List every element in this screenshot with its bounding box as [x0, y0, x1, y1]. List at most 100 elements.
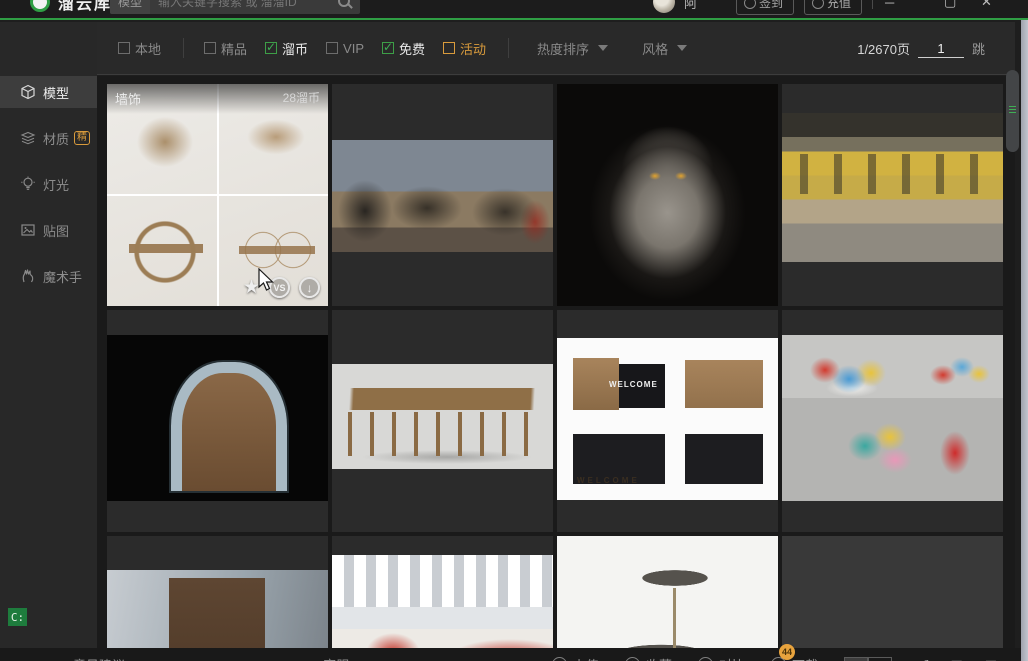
welcome-sign-text: WELCOME — [577, 476, 640, 485]
page-info: 1/2670页 — [857, 39, 910, 58]
sidebar-item-1[interactable]: 模型 — [0, 76, 97, 108]
filter-label: 本地 — [135, 39, 161, 58]
filter-checkbox-1[interactable]: 本地 — [118, 39, 161, 58]
sidebar-item-label: 材质 — [43, 129, 69, 148]
scrollbar-thumb[interactable] — [1006, 70, 1019, 152]
sort-dropdown[interactable]: 热度排序 — [537, 39, 608, 58]
favorite-star-icon[interactable]: ★ — [243, 278, 260, 297]
page-jump-input[interactable] — [918, 40, 964, 58]
checkbox-icon[interactable] — [326, 42, 338, 54]
filter-divider — [508, 38, 509, 58]
gray-cat-thumbnail — [557, 84, 778, 306]
checkbox-checked-icon[interactable] — [265, 42, 277, 54]
username[interactable]: 阿 — [684, 0, 697, 20]
model-tile-5[interactable] — [107, 310, 328, 532]
yellow-office-interior-thumbnail — [782, 84, 1003, 306]
checkbox-checked-icon[interactable] — [382, 42, 394, 54]
red-culture-wall-thumbnail — [332, 536, 553, 648]
bottombar-link-2[interactable]: QQ客服 — [303, 655, 349, 661]
model-tile-11[interactable] — [557, 536, 778, 648]
model-tile-1[interactable]: 墙饰28溜币 ★ VS ↓ — [107, 84, 328, 306]
chevron-down-icon — [598, 45, 608, 51]
bottom-bar: 意见建议 QQ客服 ↑上传 ★收藏 ◐ 对比 ↓44下载 ▪▪ ⤢ ▦ ▣ — [0, 648, 1028, 661]
model-tile-7[interactable]: WELCOME WELCOME — [557, 310, 778, 532]
sidebar-item-label: 灯光 — [43, 175, 69, 194]
model-grid-area: 墙饰28溜币 ★ VS ↓ WELCOME WELCOME — [97, 76, 1015, 648]
sidebar-item-5[interactable]: 魔术手 — [0, 260, 97, 292]
model-tile-9[interactable] — [107, 536, 328, 648]
sidebar-item-3[interactable]: 灯光 — [0, 168, 97, 200]
maximize-button[interactable]: ▢ — [944, 0, 956, 10]
bottombar-item-label: 上传 — [573, 655, 599, 661]
bottombar-item-label: 对比 — [719, 655, 745, 661]
wooden-pergola-thumbnail — [332, 310, 553, 532]
thumbnail-size-toggle[interactable]: ▪▪ — [844, 657, 892, 661]
favorite-icon: ★ — [625, 657, 640, 661]
tile-hover-overlay: 墙饰28溜币 — [107, 84, 328, 114]
checkbox-icon[interactable] — [204, 42, 216, 54]
size-segment-1[interactable]: ▪ — [844, 657, 868, 661]
title-bar: 溜云库 模型 输入关键字搜索 或 溜溜ID 阿 签到 充值 ─ ▢ ✕ — [0, 0, 1028, 20]
model-tile-6[interactable] — [332, 310, 553, 532]
welcome-sign-text: WELCOME — [609, 380, 658, 389]
drive-c-badge[interactable]: C: — [8, 608, 27, 626]
single-view-icon[interactable]: ▣ — [985, 657, 997, 661]
filter-checkbox-2[interactable]: 精品 — [204, 39, 247, 58]
model-tile-10[interactable] — [332, 536, 553, 648]
download-button[interactable]: ↓44下载 — [771, 655, 818, 661]
signin-button[interactable]: 签到 — [736, 0, 794, 15]
user-avatar[interactable] — [653, 0, 675, 20]
compare-button[interactable]: ◐ 对比 — [698, 655, 745, 661]
minimize-button[interactable]: ─ — [885, 0, 894, 10]
checkbox-icon[interactable] — [443, 42, 455, 54]
filter-bar: 本地 精品 溜币 VIP 免费活动 热度排序 风格 1/2670页 跳 — [97, 22, 1015, 75]
sidebar-item-2[interactable]: 材质精 — [0, 122, 97, 154]
search-input[interactable]: 输入关键字搜索 或 溜溜ID — [150, 0, 338, 10]
pagination: 1/2670页 跳 — [857, 22, 985, 75]
model-tile-4[interactable] — [782, 84, 1003, 306]
grid-view-icon[interactable]: ▦ — [950, 657, 962, 661]
avatar[interactable] — [653, 0, 675, 13]
kids-toy-props-thumbnail — [782, 310, 1003, 532]
tile-price: 28溜币 — [283, 89, 320, 114]
filter-label: 免费 — [399, 39, 425, 58]
reception-desks-thumbnail: WELCOME WELCOME — [557, 310, 778, 532]
favorite-button[interactable]: ★收藏 — [625, 655, 672, 661]
checkbox-icon[interactable] — [118, 42, 130, 54]
sidebar-item-4[interactable]: 贴图 — [0, 214, 97, 246]
recharge-button[interactable]: 充值 — [804, 0, 862, 15]
magic-hand-icon — [20, 268, 36, 284]
compare-icon: ◐ — [698, 657, 713, 661]
filter-checkbox-4[interactable]: VIP — [326, 41, 364, 56]
model-tile-3[interactable] — [557, 84, 778, 306]
size-segment-2[interactable]: ▪ — [868, 657, 892, 661]
filter-label: 精品 — [221, 39, 247, 58]
filter-checkbox-3[interactable]: 溜币 — [265, 39, 308, 58]
topbar-divider — [872, 0, 873, 9]
search-icon[interactable] — [338, 0, 350, 7]
bottombar-link-1[interactable]: 意见建议 — [73, 655, 125, 661]
model-tile-12[interactable] — [782, 536, 1003, 648]
upload-button[interactable]: ↑上传 — [552, 655, 599, 661]
filter-label: 溜币 — [282, 39, 308, 58]
page-jump-button[interactable]: 跳 — [972, 39, 985, 58]
display-cabinet-thumbnail — [107, 536, 328, 648]
compare-vs-button[interactable]: VS — [269, 277, 290, 298]
search-box[interactable]: 模型 输入关键字搜索 或 溜溜ID — [110, 0, 360, 14]
search-category-dropdown[interactable]: 模型 — [110, 0, 150, 14]
logo-icon — [30, 0, 50, 12]
model-tile-2[interactable] — [332, 84, 553, 306]
filter-checkbox-6[interactable]: 活动 — [443, 39, 486, 58]
sidebar-item-label: 模型 — [43, 83, 69, 102]
chevron-down-icon — [677, 45, 687, 51]
filter-label: VIP — [343, 41, 364, 56]
style-dropdown[interactable]: 风格 — [642, 39, 687, 58]
filter-checkbox-5[interactable]: 免费 — [382, 39, 425, 58]
model-tile-8[interactable] — [782, 310, 1003, 532]
sidebar-item-label: 魔术手 — [43, 267, 82, 286]
expand-icon[interactable]: ⤢ — [918, 657, 928, 661]
download-button[interactable]: ↓ — [299, 277, 320, 298]
close-button[interactable]: ✕ — [981, 0, 992, 10]
app-logo: 溜云库 — [30, 0, 112, 20]
wall-decor-set-thumbnail — [107, 84, 328, 306]
